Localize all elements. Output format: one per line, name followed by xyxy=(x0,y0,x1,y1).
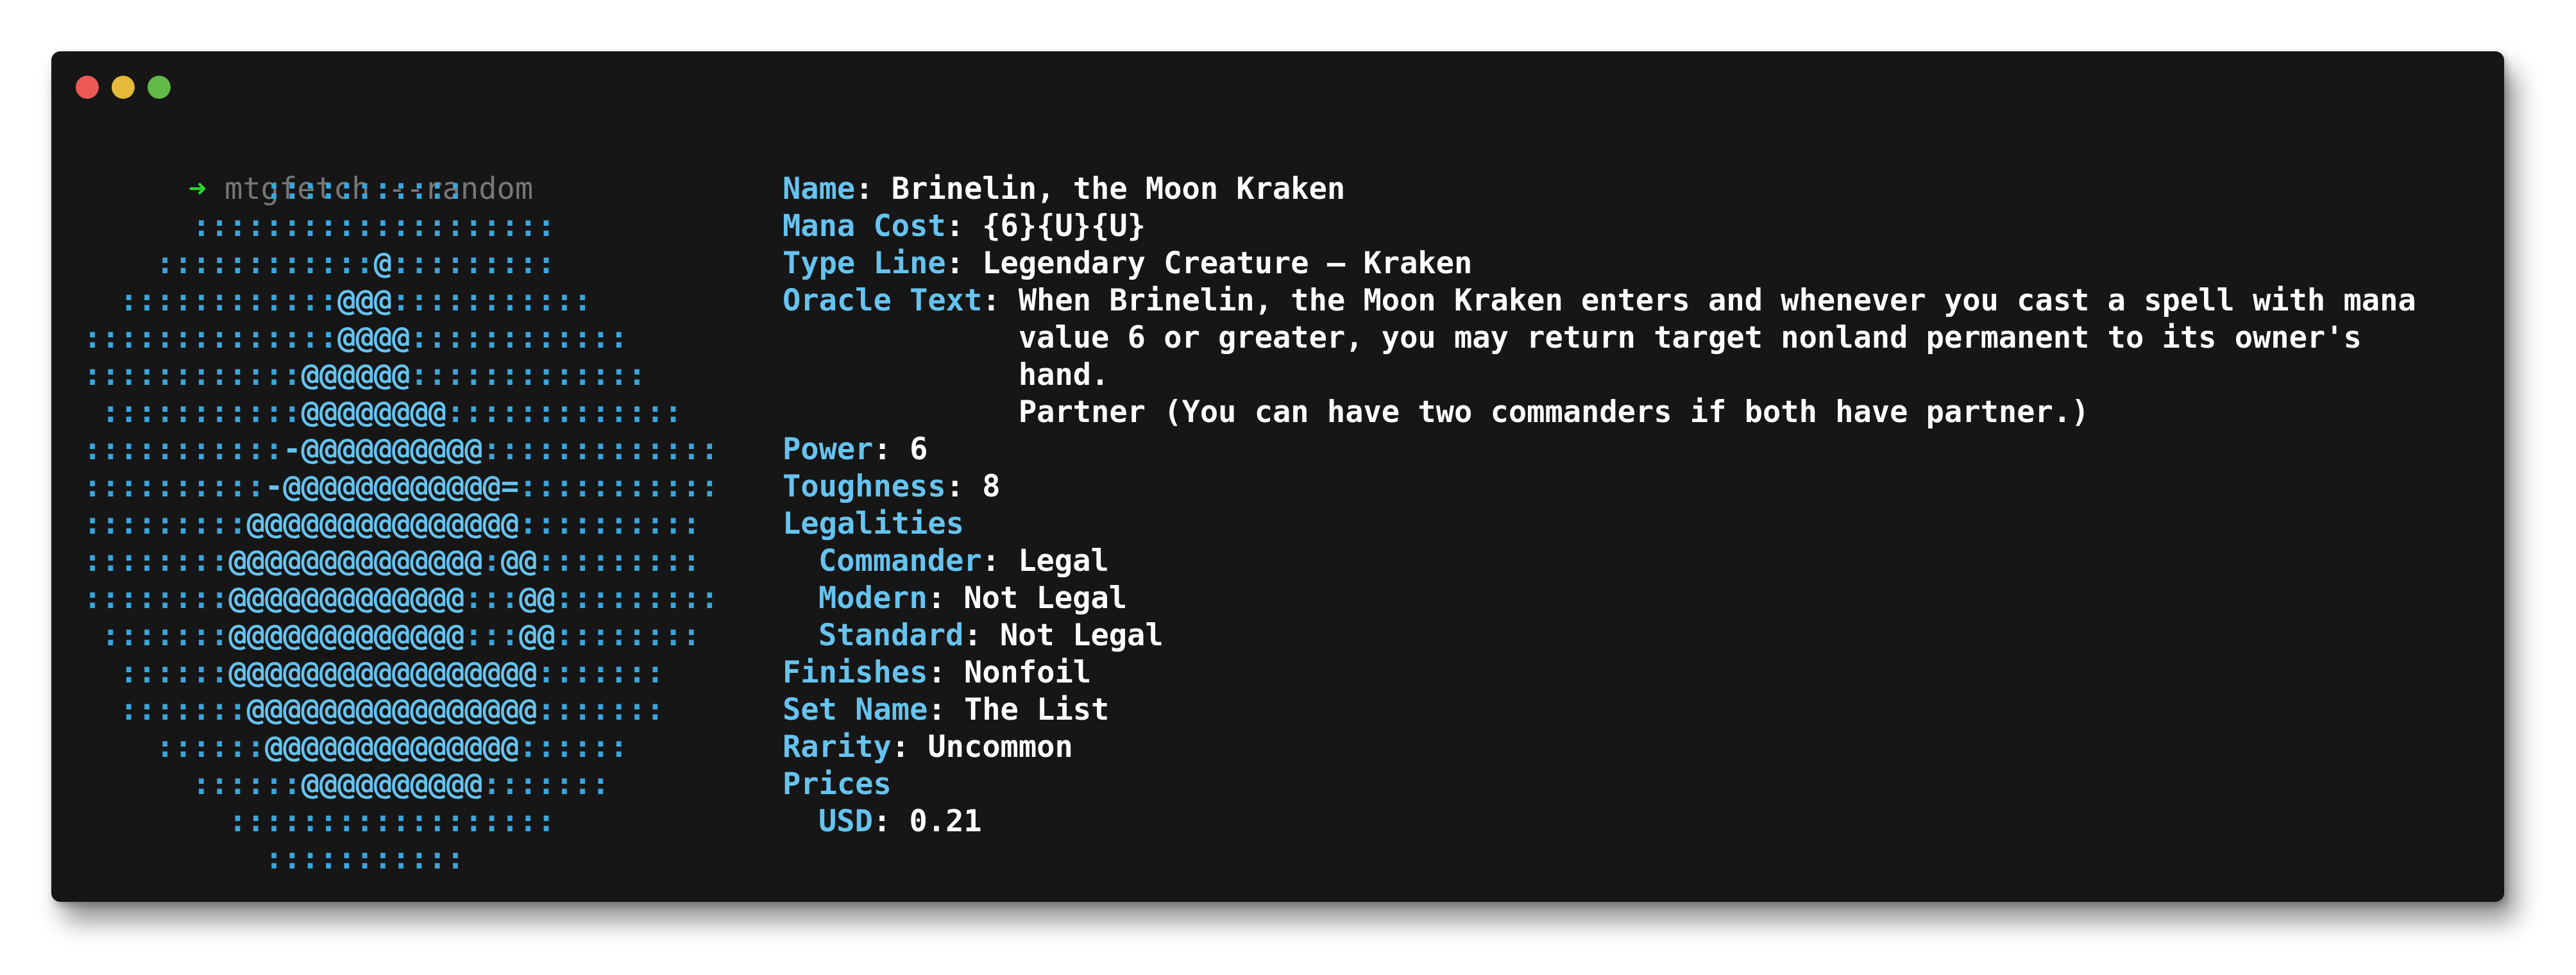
separator: : xyxy=(891,729,928,765)
legality-format: Commander xyxy=(818,543,982,579)
toughness-row: Toughness: 8 xyxy=(783,468,2416,505)
separator: : xyxy=(872,804,910,839)
ascii-art-line: ::::::@@@@@@@@@@::::::: xyxy=(83,767,610,802)
terminal-body[interactable]: ➜ mtgfetch --random ::::::::::: :::::::::… xyxy=(51,51,2504,902)
power-row: Power: 6 xyxy=(783,431,2416,468)
ascii-art-line: ::::::::::: xyxy=(83,841,465,876)
mana-cost-label: Mana Cost xyxy=(783,208,946,244)
ascii-art-line: ::::::@@@@@@@@@@@@@@:::::: xyxy=(83,729,628,765)
separator: : xyxy=(981,543,1019,579)
ascii-art-line: ::::::::@@@@@@@@@@@@@:::@@::::::::: xyxy=(83,581,719,616)
type-line-label: Type Line xyxy=(783,246,946,281)
separator: : xyxy=(963,618,1000,653)
finishes-label: Finishes xyxy=(783,655,928,690)
ascii-art-line: ::::::::::::::@@@@:::::::::::: xyxy=(83,320,628,355)
separator: : xyxy=(873,432,910,467)
oracle-text-line: hand. xyxy=(1018,357,1110,393)
ascii-art-line: :::::::::::::::::::: xyxy=(83,208,555,244)
toughness-value: 8 xyxy=(982,469,1001,504)
legality-format: Standard xyxy=(818,618,964,653)
ascii-art-line: ::::::@@@@@@@@@@@@@@@@@::::::: xyxy=(83,655,665,690)
separator: : xyxy=(945,469,983,504)
terminal-window: ➜ mtgfetch --random ::::::::::: :::::::::… xyxy=(51,51,2504,902)
power-label: Power xyxy=(783,432,874,467)
ascii-art-line: ::::::::::: xyxy=(83,171,465,207)
oracle-text-line: value 6 or greater, you may return targe… xyxy=(1018,320,2362,355)
oracle-text-line: Partner (You can have two commanders if … xyxy=(1018,394,2090,430)
separator: : xyxy=(945,208,983,244)
name-label: Name xyxy=(783,171,856,207)
separator: : xyxy=(945,246,983,281)
prices-heading: Prices xyxy=(783,767,892,802)
rarity-value: Uncommon xyxy=(928,729,1073,765)
oracle-text-lines: When Brinelin, the Moon Kraken enters an… xyxy=(1019,282,2416,431)
mana-cost-value: {6}{U}{U} xyxy=(982,208,1146,244)
ascii-art-line: ::::::::::::@::::::::: xyxy=(83,246,555,281)
oracle-text-label: Oracle Text xyxy=(783,283,983,318)
ascii-art-line: :::::::::::@@@@@@@@::::::::::::: xyxy=(83,394,682,430)
ascii-art-line: ::::::::::::@@@::::::::::: xyxy=(83,283,592,318)
toughness-label: Toughness xyxy=(783,469,946,504)
rarity-row: Rarity: Uncommon xyxy=(783,729,2416,766)
separator: : xyxy=(928,655,964,690)
ascii-art-line: :::::::::::-@@@@@@@@@@::::::::::::: xyxy=(83,432,719,467)
legality-row-commander: Commander: Legal xyxy=(783,543,2416,580)
ascii-art-line: ::::::::::::@@@@@@::::::::::::: xyxy=(83,357,647,393)
ascii-art-line: ::::::::@@@@@@@@@@@@@@:@@::::::::: xyxy=(83,543,701,579)
prompt-line: ➜ mtgfetch --random xyxy=(80,133,533,207)
ascii-art-line: :::::::@@@@@@@@@@@@@:::@@:::::::: xyxy=(83,618,701,653)
ascii-art-line: ::::::::::-@@@@@@@@@@@@=::::::::::: xyxy=(83,469,719,504)
prices-heading-row: Prices xyxy=(783,766,2416,803)
legality-row-modern: Modern: Not Legal xyxy=(783,580,2416,617)
legality-format: Modern xyxy=(818,581,928,616)
oracle-text-row: Oracle Text: When Brinelin, the Moon Kra… xyxy=(783,282,2416,431)
legality-status: Not Legal xyxy=(963,581,1128,616)
legalities-heading: Legalities xyxy=(783,506,964,541)
mana-cost-row: Mana Cost: {6}{U}{U} xyxy=(783,208,2416,245)
separator: : xyxy=(982,283,1019,318)
power-value: 6 xyxy=(910,432,928,467)
finishes-value: Nonfoil xyxy=(963,655,1092,690)
card-name: Brinelin, the Moon Kraken xyxy=(891,171,1346,207)
set-name-row: Set Name: The List xyxy=(783,691,2416,729)
ascii-art-line: :::::::::@@@@@@@@@@@@@@@:::::::::: xyxy=(83,506,701,541)
type-line-value: Legendary Creature — Kraken xyxy=(982,246,1473,281)
type-line-row: Type Line: Legendary Creature — Kraken xyxy=(783,245,2416,282)
set-name-value: The List xyxy=(963,692,1110,727)
legality-status: Legal xyxy=(1018,543,1109,579)
price-amount: 0.21 xyxy=(909,804,982,839)
ascii-art-line: :::::::@@@@@@@@@@@@@@@@::::::: xyxy=(83,692,665,727)
price-currency: USD xyxy=(818,804,873,839)
separator: : xyxy=(927,581,964,616)
ascii-art-line: :::::::::::::::::: xyxy=(83,804,555,839)
separator: : xyxy=(928,692,964,727)
rarity-label: Rarity xyxy=(783,729,892,765)
set-name-label: Set Name xyxy=(783,692,928,727)
ascii-art-logo: ::::::::::: :::::::::::::::::::: :::::::… xyxy=(83,171,718,878)
card-info: Name: Brinelin, the Moon Kraken Mana Cos… xyxy=(783,171,2416,840)
legality-status: Not Legal xyxy=(999,618,1164,653)
finishes-row: Finishes: Nonfoil xyxy=(783,654,2416,691)
price-row-usd: USD: 0.21 xyxy=(783,803,2416,840)
legalities-heading-row: Legalities xyxy=(783,505,2416,543)
oracle-text-line: When Brinelin, the Moon Kraken enters an… xyxy=(1018,283,2416,318)
separator: : xyxy=(855,171,892,207)
legality-row-standard: Standard: Not Legal xyxy=(783,617,2416,654)
name-row: Name: Brinelin, the Moon Kraken xyxy=(783,171,2416,208)
